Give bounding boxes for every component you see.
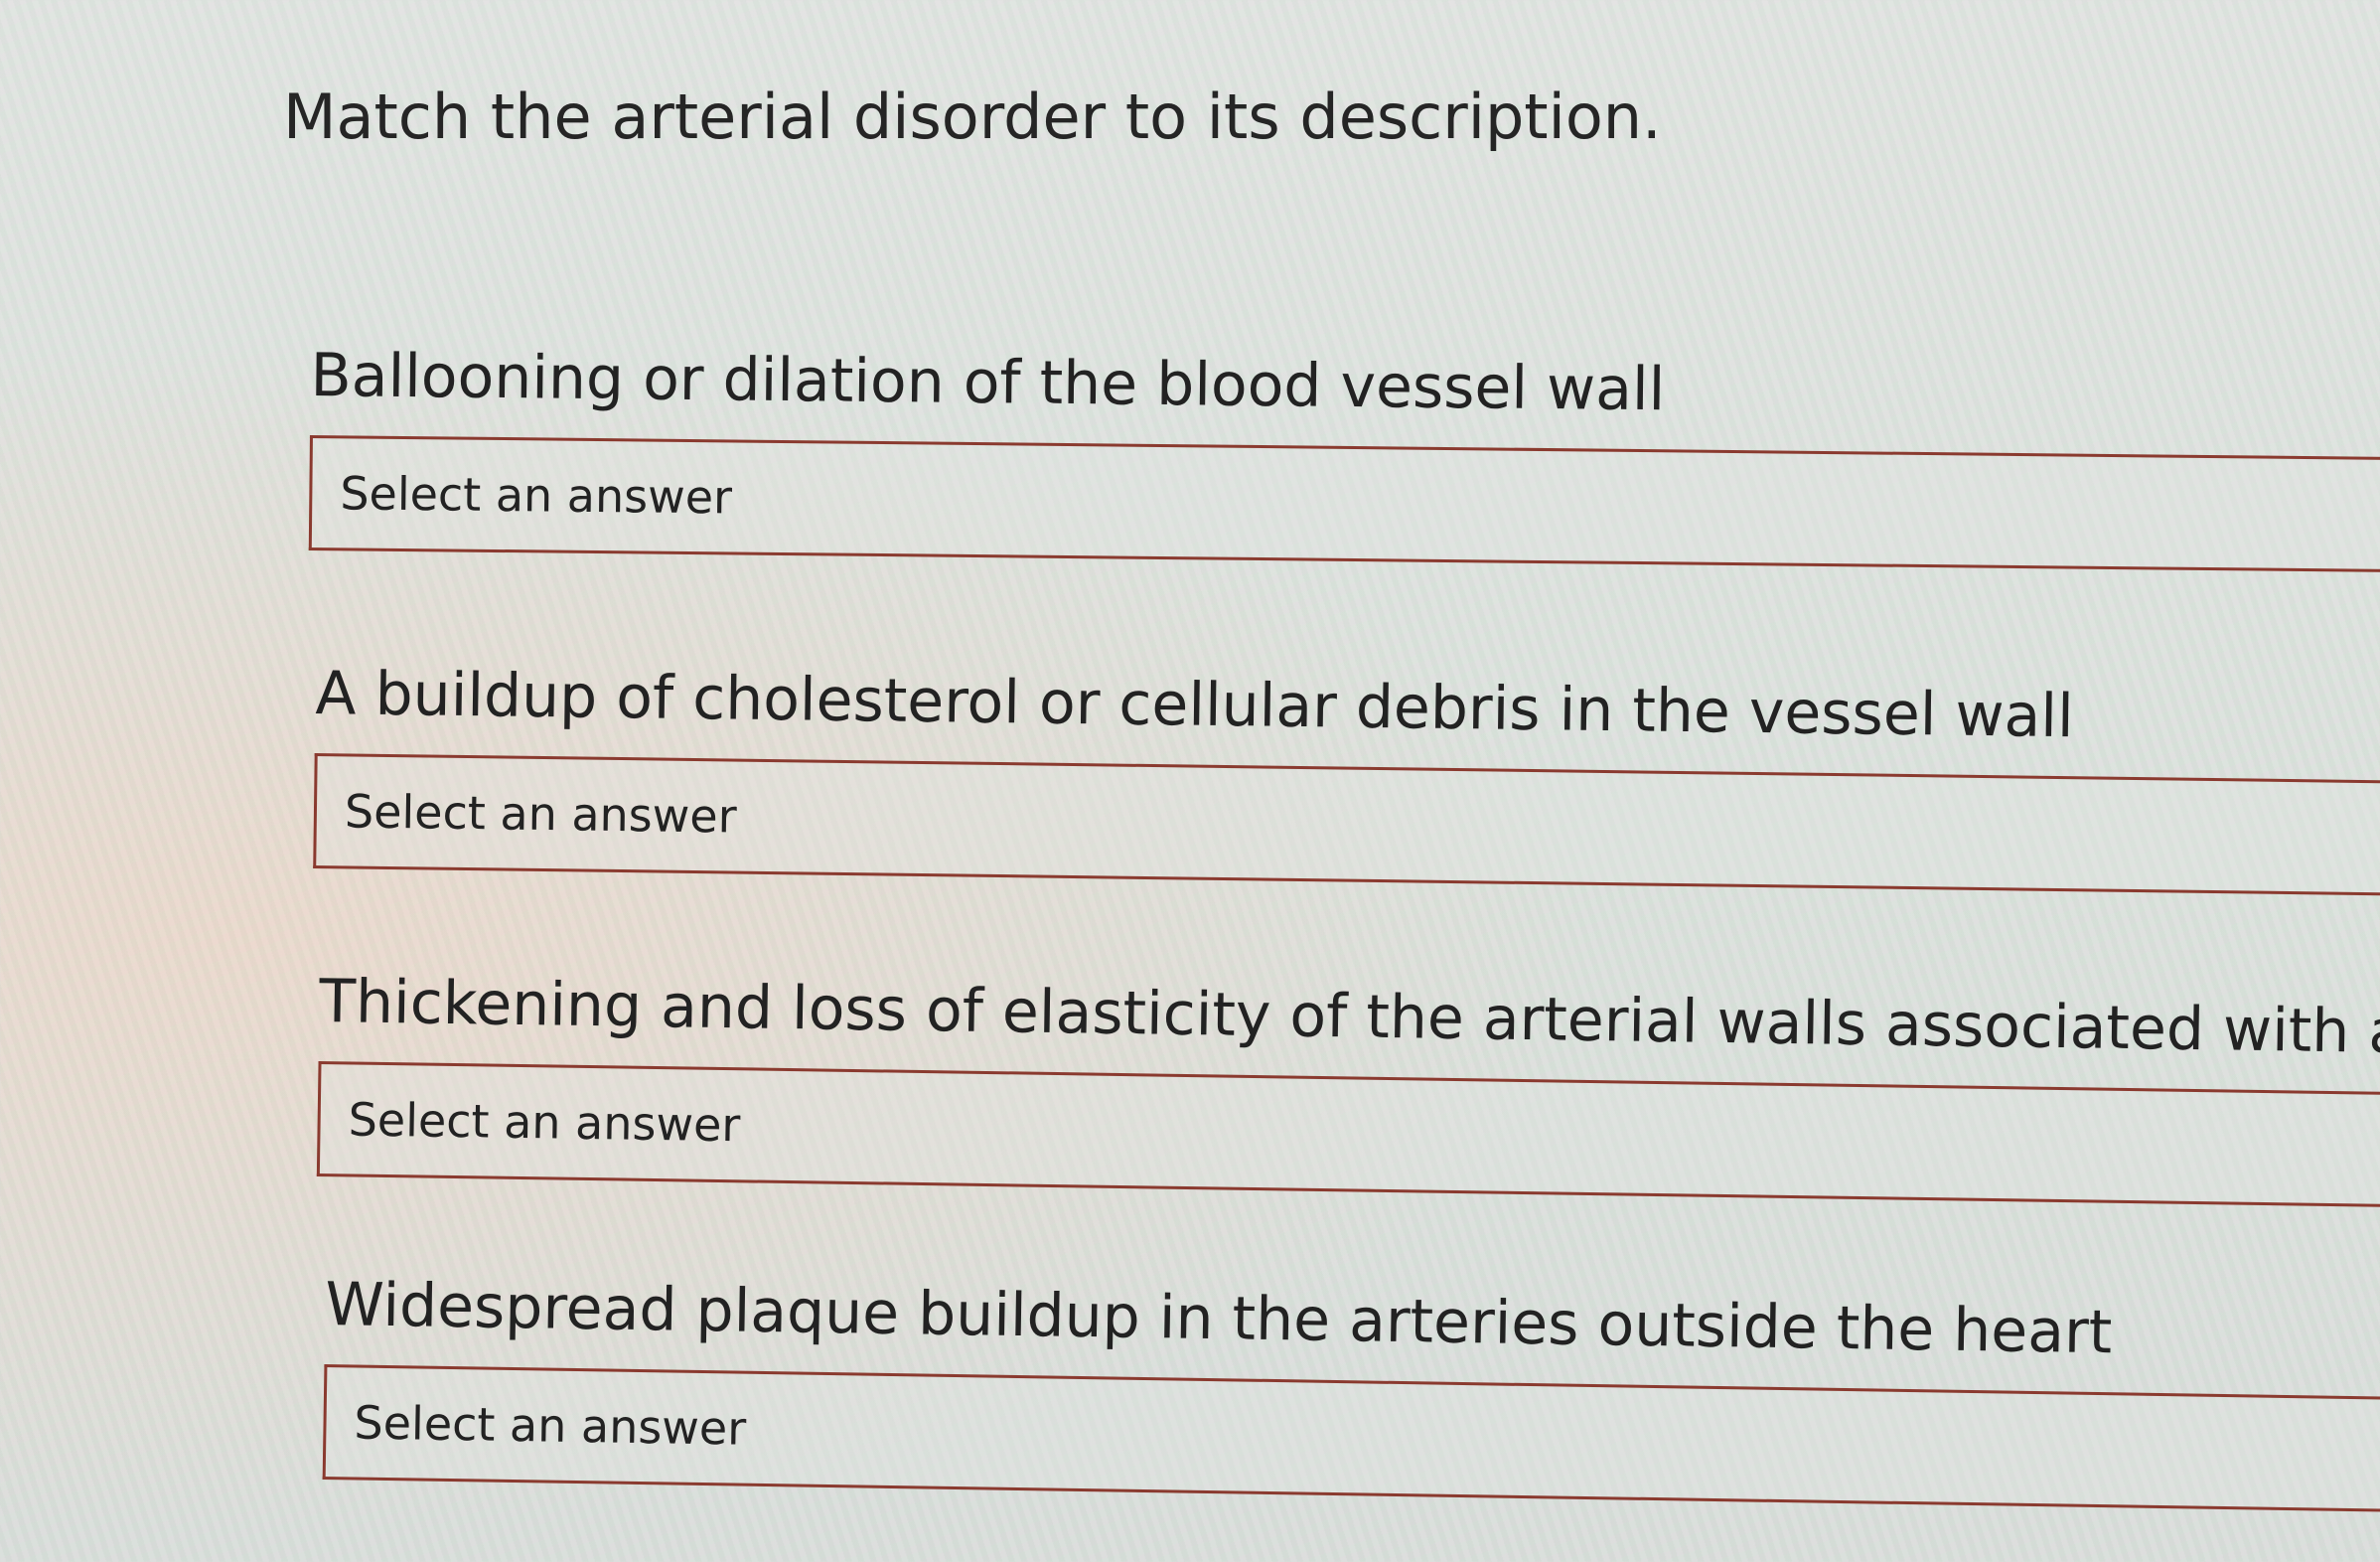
answer-dropdown-1[interactable]: Select an answer — [308, 434, 2380, 573]
question-instruction: Match the arterial disorder to its descr… — [283, 80, 1662, 153]
answer-dropdown-placeholder: Select an answer — [344, 784, 737, 844]
matching-item-3: Thickening and loss of elasticity of the… — [316, 964, 2380, 1208]
answer-dropdown-placeholder: Select an answer — [340, 466, 733, 525]
answer-dropdown-placeholder: Select an answer — [354, 1395, 747, 1456]
matching-item-4: Widespread plaque buildup in the arterie… — [322, 1267, 2380, 1513]
answer-dropdown-2[interactable]: Select an answer — [313, 752, 2380, 896]
matching-item-description: Widespread plaque buildup in the arterie… — [324, 1269, 2113, 1368]
matching-item-2: A buildup of cholesterol or cellular deb… — [313, 656, 2380, 896]
answer-dropdown-3[interactable]: Select an answer — [316, 1060, 2380, 1208]
matching-item-description: Thickening and loss of elasticity of the… — [318, 966, 2380, 1069]
matching-item-1: Ballooning or dilation of the blood vess… — [308, 338, 2380, 573]
matching-item-description: A buildup of cholesterol or cellular deb… — [315, 658, 2075, 752]
answer-dropdown-placeholder: Select an answer — [348, 1092, 741, 1153]
answer-dropdown-4[interactable]: Select an answer — [322, 1363, 2380, 1513]
matching-item-description: Ballooning or dilation of the blood vess… — [310, 340, 1666, 425]
